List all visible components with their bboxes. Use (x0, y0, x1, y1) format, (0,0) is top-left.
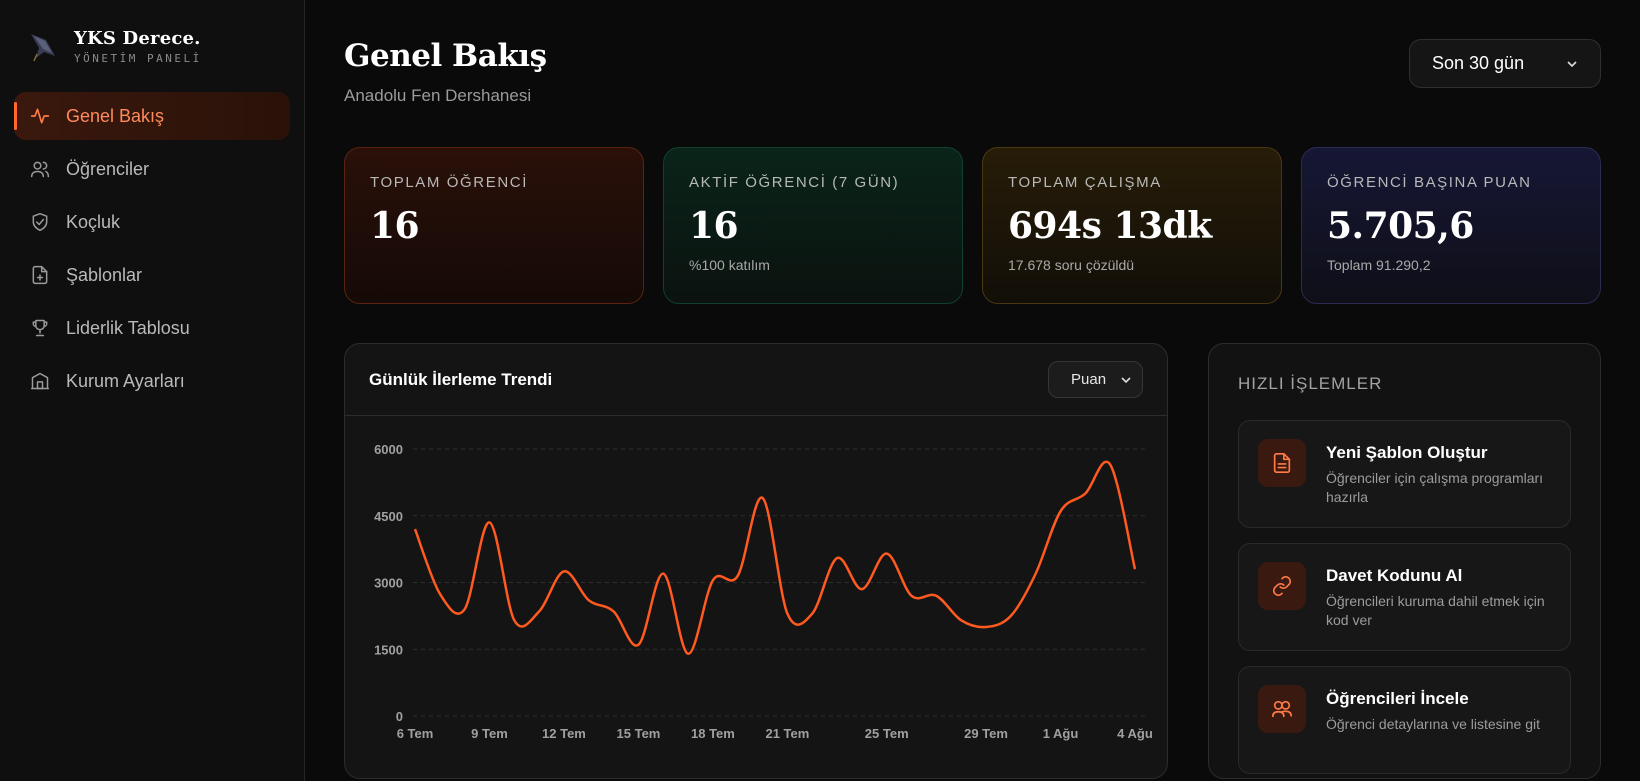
main-content: Genel Bakış Anadolu Fen Dershanesi Son 3… (305, 0, 1640, 781)
chart-title: Günlük İlerleme Trendi (369, 369, 553, 389)
stat-value: 16 (370, 205, 420, 247)
stat-value: 694s 13dk (1008, 205, 1212, 247)
file-plus-icon (30, 265, 50, 285)
quick-action-title: Öğrencileri İncele (1326, 689, 1469, 708)
link-icon (1258, 562, 1306, 610)
sidebar-item-label: Liderlik Tablosu (66, 317, 190, 338)
stat-label: AKTİF ÖĞRENCİ (7 GÜN) (689, 174, 900, 191)
y-tick-label: 0 (396, 709, 403, 724)
quick-action-title: Yeni Şablon Oluştur (1326, 443, 1488, 462)
quick-action-desc: Öğrenciler için çalışma programları hazı… (1326, 470, 1544, 505)
stat-label: ÖĞRENCİ BAŞINA PUAN (1327, 174, 1532, 191)
date-range-value: Son 30 gün (1432, 53, 1525, 73)
shield-check-icon (30, 212, 50, 232)
stat-value: 16 (689, 205, 739, 247)
sidebar-item-label: Şablonlar (66, 264, 143, 285)
page-title: Genel Bakış (344, 38, 547, 74)
x-tick-label: 6 Tem (397, 726, 434, 741)
building-icon (30, 371, 50, 391)
stat-card-score-per-student: ÖĞRENCİ BAŞINA PUAN 5.705,6 Toplam 91.29… (1301, 147, 1601, 304)
stat-note: Toplam 91.290,2 (1327, 257, 1431, 273)
trend-chart-card: Günlük İlerleme Trendi Puan 0 1500 3000 450… (344, 343, 1168, 779)
brand[interactable]: YKS Derece. YÖNETİM PANELİ (14, 0, 290, 92)
x-tick-label: 25 Tem (865, 726, 909, 741)
sidebar-item-label: Öğrenciler (66, 158, 150, 179)
quick-action-new-template[interactable]: Yeni Şablon Oluştur Öğrenciler için çalı… (1238, 420, 1571, 528)
sidebar-item-sablonlar[interactable]: Şablonlar (14, 251, 290, 299)
x-tick-label: 18 Tem (691, 726, 735, 741)
sidebar-item-genel-bakis[interactable]: Genel Bakış (14, 92, 290, 140)
stat-note: %100 katılım (689, 257, 770, 273)
users-icon (1258, 685, 1306, 733)
sidebar-item-kurum-ayarlari[interactable]: Kurum Ayarları (14, 357, 290, 405)
sidebar-item-kocluk[interactable]: Koçluk (14, 198, 290, 246)
trend-chart: 0 1500 3000 4500 6000 6 Tem 9 Tem 12 Tem 15 Tem 1… (374, 442, 1153, 741)
metric-value: Puan (1071, 371, 1107, 388)
sidebar-item-liderlik-tablosu[interactable]: Liderlik Tablosu (14, 304, 290, 352)
quick-action-title: Davet Kodunu Al (1326, 566, 1463, 585)
x-tick-label: 9 Tem (471, 726, 508, 741)
users-icon (30, 159, 50, 179)
sidebar-item-ogrenciler[interactable]: Öğrenciler (14, 145, 290, 193)
activity-icon (30, 106, 50, 126)
x-tick-label: 21 Tem (765, 726, 809, 741)
quick-action-invite-code[interactable]: Davet Kodunu Al Öğrencileri kuruma dahil… (1238, 543, 1571, 651)
stat-note: 17.678 soru çözüldü (1008, 257, 1135, 273)
quick-action-desc: Öğrencileri kuruma dahil etmek için kod … (1326, 593, 1545, 628)
chart-header: Günlük İlerleme Trendi Puan (345, 344, 1167, 416)
x-tick-label: 12 Tem (542, 726, 586, 741)
y-tick-label: 3000 (374, 576, 403, 591)
sidebar-nav: Genel Bakış Öğrenciler Koçluk Şablonlar … (14, 92, 290, 405)
quick-action-desc: Öğrenci detaylarına ve listesine git (1326, 716, 1540, 732)
quick-action-review-students[interactable]: Öğrencileri İncele Öğrenci detaylarına v… (1238, 666, 1571, 774)
stat-card-total-study: TOPLAM ÇALIŞMA 694s 13dk 17.678 soru çöz… (982, 147, 1282, 304)
sidebar-item-label: Koçluk (66, 211, 121, 232)
stat-card-active-students: AKTİF ÖĞRENCİ (7 GÜN) 16 %100 katılım (663, 147, 963, 304)
y-tick-label: 6000 (374, 442, 403, 457)
stat-card-total-students: TOPLAM ÖĞRENCİ 16 (344, 147, 644, 304)
lower-section: Günlük İlerleme Trendi Puan 0 1500 3000 450… (344, 343, 1601, 779)
x-tick-label: 15 Tem (617, 726, 661, 741)
trophy-icon (30, 318, 50, 338)
sidebar-item-label: Genel Bakış (66, 105, 165, 126)
sidebar-item-label: Kurum Ayarları (66, 370, 185, 391)
stat-label: TOPLAM ÖĞRENCİ (370, 174, 528, 191)
brand-subtitle: YÖNETİM PANELİ (74, 51, 202, 65)
brand-title: YKS Derece. (74, 27, 201, 49)
series-line (413, 460, 1137, 655)
chevron-down-icon (1567, 60, 1577, 67)
page-header: Genel Bakış Anadolu Fen Dershanesi Son 3… (344, 0, 1601, 147)
stat-label: TOPLAM ÇALIŞMA (1008, 174, 1162, 191)
x-tick-label: 4 Ağu (1117, 726, 1153, 741)
sidebar: YKS Derece. YÖNETİM PANELİ Genel Bakış Ö… (0, 0, 305, 781)
quick-actions-title: HIZLI İŞLEMLER (1238, 374, 1383, 393)
chevron-down-icon (1121, 376, 1131, 383)
date-range-select[interactable]: Son 30 gün (1409, 39, 1601, 88)
x-tick-label: 1 Ağu (1043, 726, 1079, 741)
logo-icon (31, 34, 55, 62)
quick-actions-panel: HIZLI İŞLEMLER Yeni Şablon Oluştur Öğren… (1208, 343, 1601, 779)
y-tick-label: 4500 (374, 509, 403, 524)
page-subtitle: Anadolu Fen Dershanesi (344, 86, 532, 105)
y-tick-label: 1500 (374, 642, 403, 657)
x-tick-label: 29 Tem (964, 726, 1008, 741)
stat-value: 5.705,6 (1327, 205, 1474, 247)
stats-row: TOPLAM ÖĞRENCİ 16 AKTİF ÖĞRENCİ (7 GÜN) … (344, 147, 1601, 304)
metric-select[interactable]: Puan (1048, 361, 1143, 398)
document-icon (1258, 439, 1306, 487)
